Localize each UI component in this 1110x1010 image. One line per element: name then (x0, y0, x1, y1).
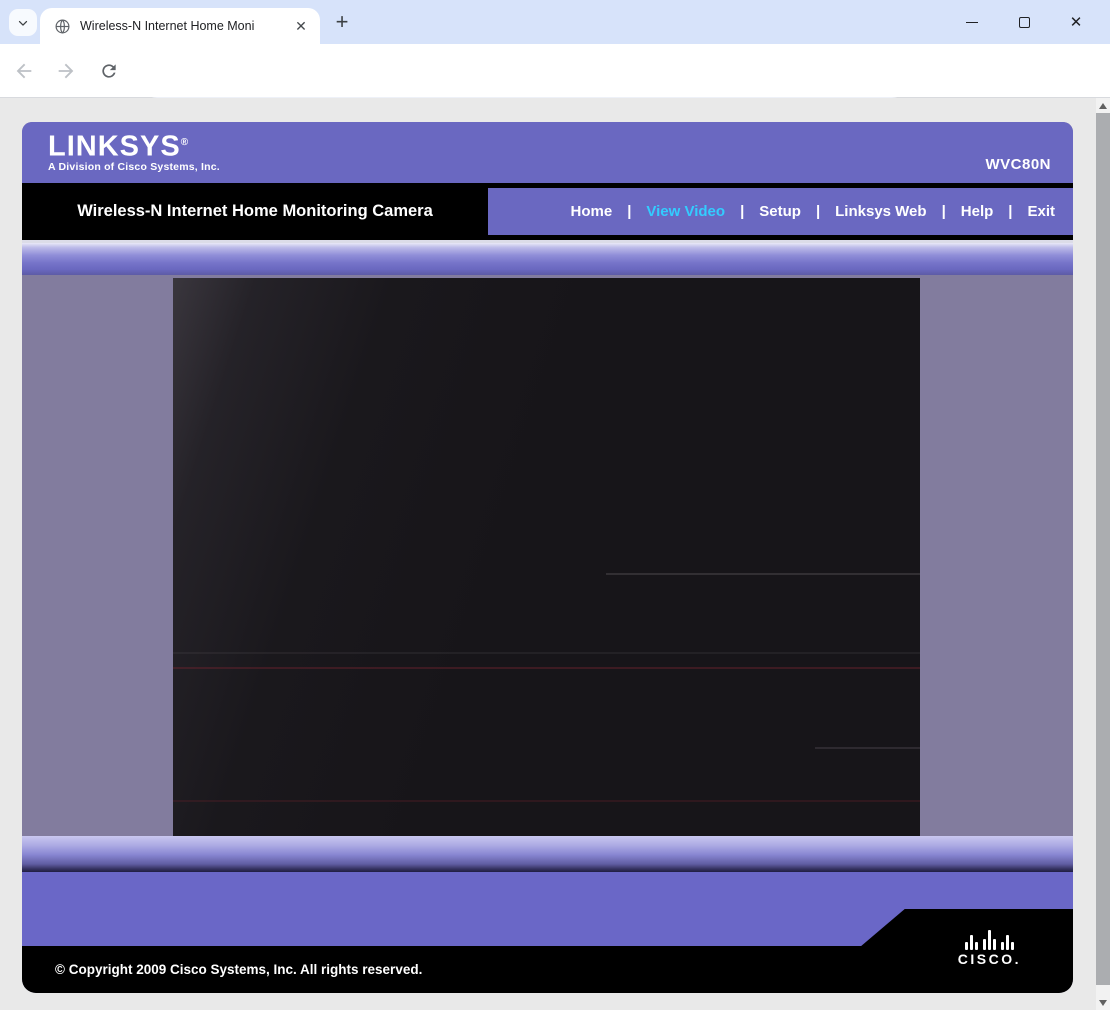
window-minimize-button[interactable] (946, 2, 998, 42)
page-title: Wireless-N Internet Home Monitoring Came… (22, 183, 488, 240)
linksys-wordmark: LINKSYS® (48, 128, 220, 162)
linksys-logo: LINKSYS® A Division of Cisco Systems, In… (48, 128, 220, 173)
metallic-bar-top (22, 243, 1073, 275)
nav-separator: | (740, 203, 744, 220)
scrollbar-down-icon[interactable] (1096, 995, 1110, 1010)
forward-button[interactable] (52, 57, 80, 85)
scrollbar-thumb[interactable] (1096, 113, 1110, 985)
camera-web-page: LINKSYS® A Division of Cisco Systems, In… (22, 122, 1073, 993)
globe-favicon-icon (54, 18, 71, 35)
registered-mark: ® (181, 137, 189, 148)
nav-separator: | (1008, 203, 1012, 220)
nav-separator: | (942, 203, 946, 220)
nav-item-view-video[interactable]: View Video (646, 203, 725, 220)
linksys-tagline: A Division of Cisco Systems, Inc. (48, 161, 220, 173)
back-button[interactable] (10, 57, 38, 85)
video-noise-line (815, 747, 920, 749)
window-close-icon: ✕ (1070, 13, 1083, 31)
camera-video-feed (173, 278, 920, 836)
video-noise-line (606, 573, 920, 575)
tab-search-button[interactable] (9, 9, 37, 36)
nav-separator: | (816, 203, 820, 220)
maximize-icon (1019, 17, 1030, 28)
metallic-bar-bottom (22, 836, 1073, 872)
tab-close-icon[interactable]: ✕ (292, 17, 310, 35)
browser-tabstrip: Wireless-N Internet Home Moni ✕ + ✕ (0, 0, 1110, 44)
video-noise-line (173, 652, 920, 654)
site-header: LINKSYS® A Division of Cisco Systems, In… (22, 122, 1073, 183)
nav-item-linksys-web[interactable]: Linksys Web (835, 203, 926, 220)
window-controls: ✕ (946, 0, 1102, 44)
window-close-button[interactable]: ✕ (1050, 2, 1102, 42)
nav-item-help[interactable]: Help (961, 203, 994, 220)
video-noise-line (173, 800, 920, 802)
nav-item-setup[interactable]: Setup (759, 203, 801, 220)
model-number: WVC80N (985, 156, 1051, 173)
site-footer: © Copyright 2009 Cisco Systems, Inc. All… (22, 946, 1073, 993)
nav-separator: | (627, 203, 631, 220)
nav-item-home[interactable]: Home (571, 203, 613, 220)
window-maximize-button[interactable] (998, 2, 1050, 42)
site-nav: Home | View Video | Setup | Linksys Web … (488, 188, 1073, 235)
site-titlebar: Wireless-N Internet Home Monitoring Came… (22, 183, 1073, 240)
browser-toolbar: Not secure 97.68.208.234:1029/img/main.c… (0, 44, 1110, 98)
reload-button[interactable] (95, 57, 123, 85)
linksys-wordmark-text: LINKSYS (48, 131, 181, 163)
browser-tab[interactable]: Wireless-N Internet Home Moni ✕ (40, 8, 320, 44)
scrollbar-up-icon[interactable] (1096, 98, 1110, 113)
new-tab-button[interactable]: + (328, 8, 356, 36)
page-viewport: LINKSYS® A Division of Cisco Systems, In… (0, 98, 1110, 1010)
minimize-icon (966, 22, 978, 23)
nav-item-exit[interactable]: Exit (1027, 203, 1055, 220)
cisco-bridge-bars-icon (965, 930, 1014, 950)
page-scrollbar[interactable] (1096, 98, 1110, 1010)
cisco-wordmark: CISCO. (958, 951, 1021, 967)
tab-title: Wireless-N Internet Home Moni (80, 19, 280, 33)
cisco-logo: CISCO. (958, 930, 1021, 967)
copyright-text: © Copyright 2009 Cisco Systems, Inc. All… (55, 946, 422, 993)
chevron-down-icon (16, 16, 30, 30)
site-body (22, 275, 1073, 836)
video-noise-line (173, 667, 920, 669)
